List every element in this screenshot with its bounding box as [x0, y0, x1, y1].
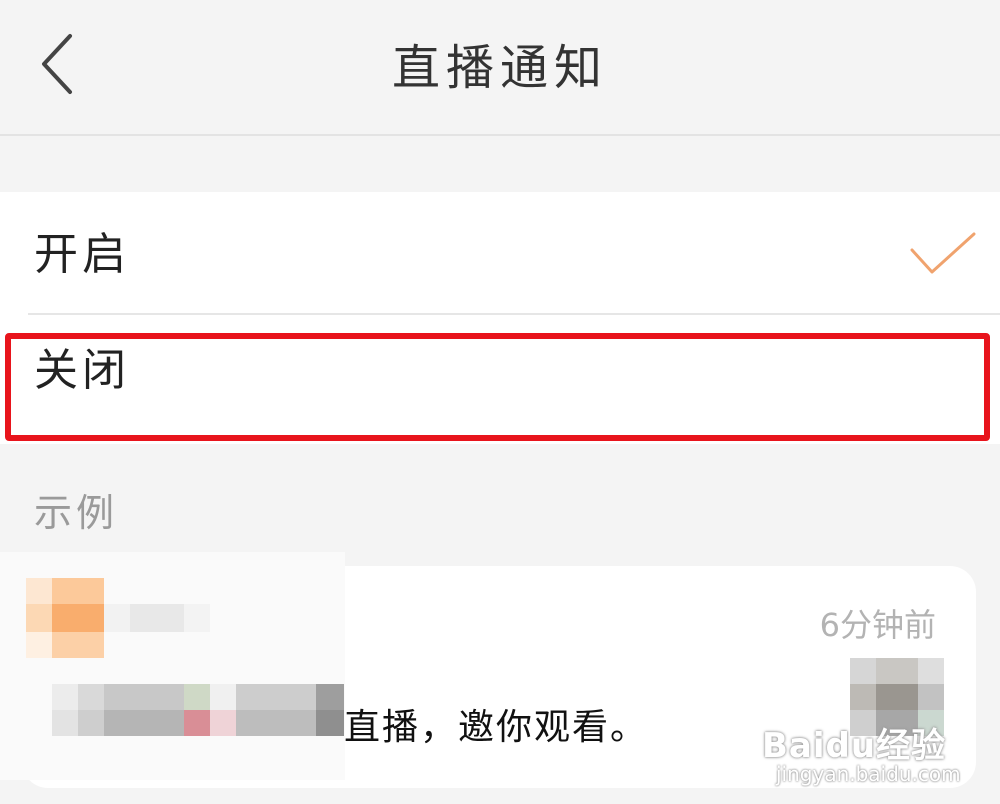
option-on-label: 开启 [34, 229, 130, 280]
timestamp: 6分钟前 [819, 606, 936, 644]
nav-bar: 直播通知 [0, 0, 1000, 136]
divider [28, 313, 1000, 315]
watermark-logo: Baidu经验 [762, 726, 947, 766]
option-off-label: 关闭 [34, 345, 130, 396]
page-title: 直播通知 [391, 40, 608, 96]
option-on[interactable]: 开启 [0, 192, 1000, 315]
checkmark-icon [910, 232, 976, 274]
options-list: 开启 关闭 [0, 192, 1000, 444]
section-label-example: 示例 [34, 491, 119, 535]
watermark-url: jingyan.baidu.com [776, 762, 961, 786]
option-off[interactable]: 关闭 [0, 316, 1000, 436]
notification-message: 直播，邀你观看。 [344, 707, 649, 748]
